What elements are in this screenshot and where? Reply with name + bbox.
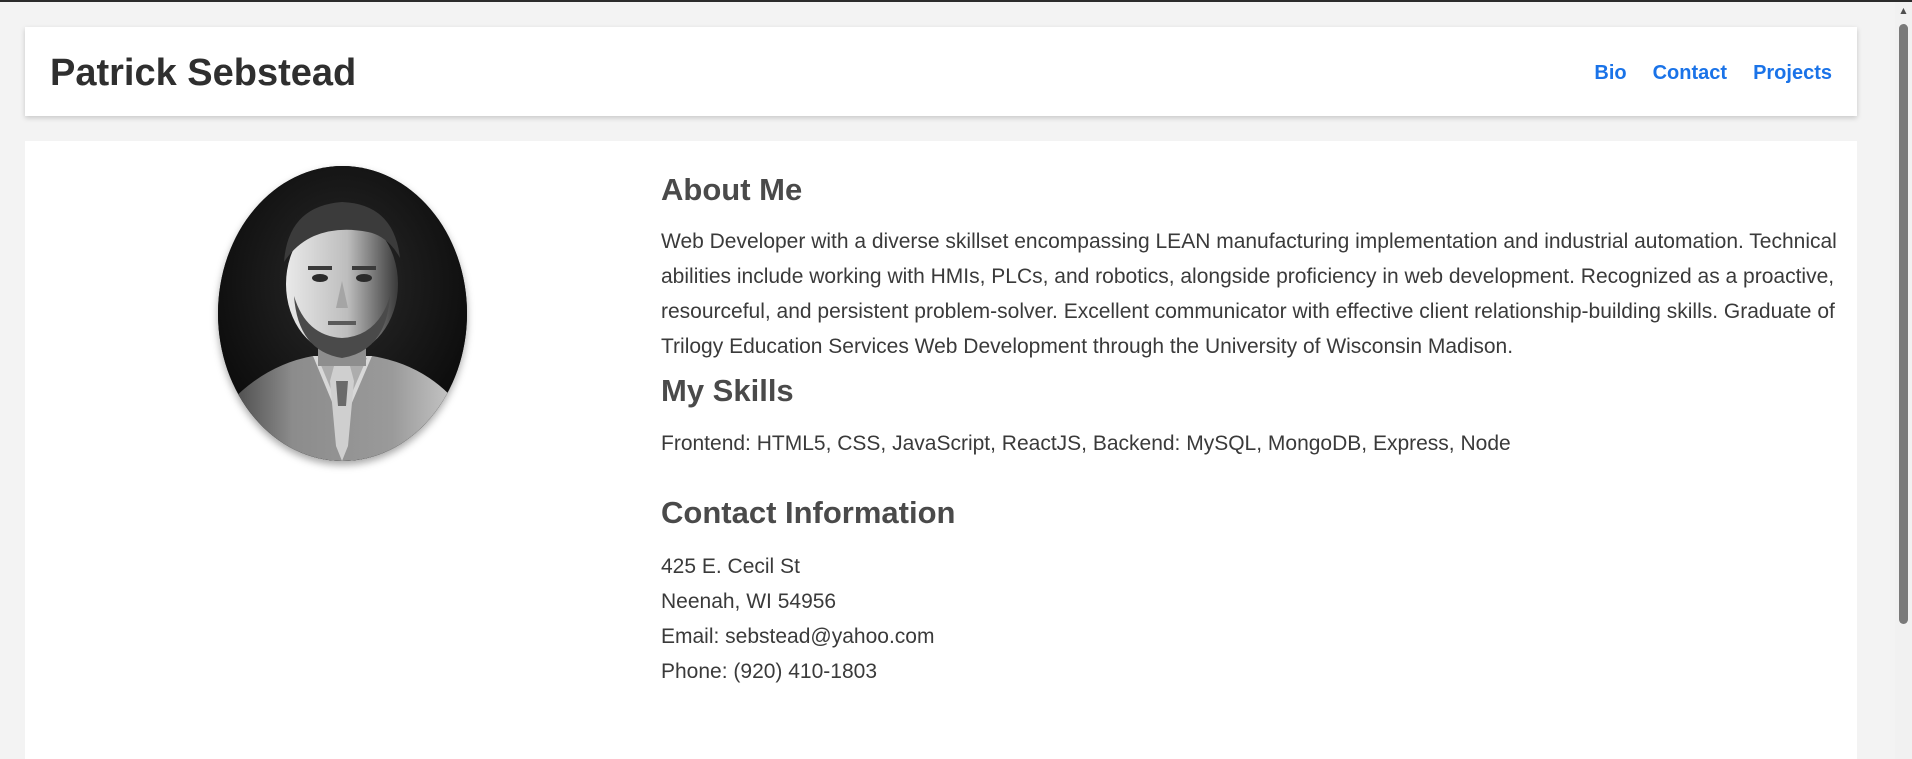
address-line-2: Neenah, WI 54956 — [661, 590, 837, 613]
main-nav: Bio Contact Projects — [1594, 61, 1832, 85]
skills-heading: My Skills — [661, 373, 794, 408]
portrait-photo-icon — [218, 166, 467, 461]
contact-details: 425 E. Cecil St Neenah, WI 54956 Email: … — [661, 549, 1841, 689]
address-line-1: 425 E. Cecil St — [661, 555, 800, 578]
bio-text-column: About Me Web Developer with a diverse sk… — [661, 171, 1841, 689]
skills-text: Frontend: HTML5, CSS, JavaScript, ReactJ… — [661, 432, 1511, 455]
browser-viewport: Patrick Sebstead Bio Contact Projects Ab… — [0, 0, 1912, 759]
scroll-up-icon[interactable]: ▲ — [1895, 2, 1912, 19]
profile-photo — [218, 166, 467, 461]
contact-email: Email: sebstead@yahoo.com — [661, 625, 935, 648]
bio-content-card: About Me Web Developer with a diverse sk… — [25, 141, 1857, 759]
about-heading: About Me — [661, 172, 803, 207]
contact-phone: Phone: (920) 410-1803 — [661, 660, 877, 683]
nav-link-bio[interactable]: Bio — [1594, 61, 1626, 85]
window-top-edge — [0, 0, 1912, 2]
nav-link-projects[interactable]: Projects — [1753, 61, 1832, 85]
about-text: Web Developer with a diverse skillset en… — [661, 230, 1837, 358]
site-title: Patrick Sebstead — [50, 52, 357, 94]
scrollbar-thumb[interactable] — [1899, 24, 1908, 624]
nav-link-contact[interactable]: Contact — [1653, 61, 1727, 85]
site-header: Patrick Sebstead Bio Contact Projects — [25, 27, 1857, 116]
page-scrollbar[interactable]: ▲ — [1895, 2, 1912, 759]
contact-heading: Contact Information — [661, 495, 956, 530]
